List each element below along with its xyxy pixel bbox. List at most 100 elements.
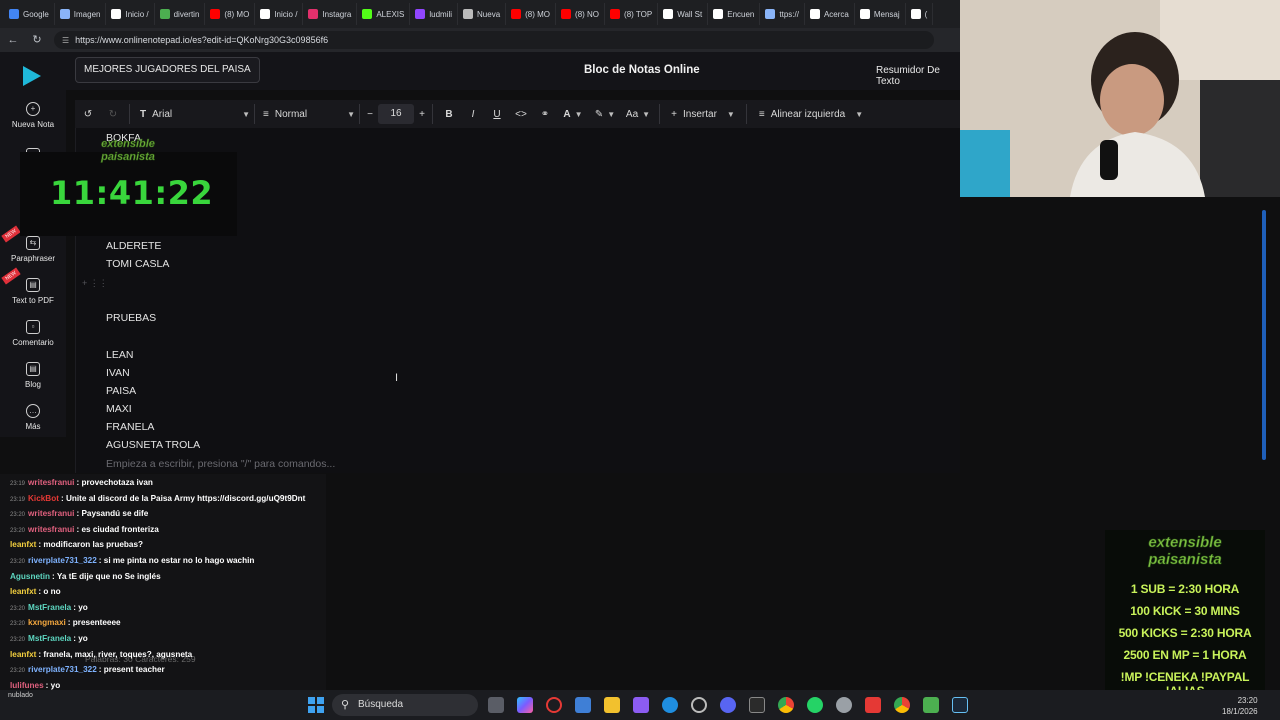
font-select[interactable]: T Arial ▼ (134, 100, 250, 128)
back-icon[interactable]: ← (6, 33, 20, 47)
bold-icon[interactable]: B (437, 100, 461, 128)
chat-message: 23:20 riverplate731_322: si me pinta no e… (10, 556, 254, 565)
browser-tab[interactable]: Encuen (708, 3, 761, 25)
sidebar-item[interactable]: ⇆ Paraphraser NEW (0, 225, 66, 263)
opera-icon[interactable] (546, 697, 562, 713)
browser-tab[interactable]: divertin (155, 3, 206, 25)
browser-tab[interactable]: Google (4, 3, 55, 25)
sidebar-item-label: Text to PDF (12, 296, 54, 305)
browser-tab[interactable]: Imagen (55, 3, 107, 25)
edge-icon[interactable] (662, 697, 678, 713)
sidebar-item[interactable]: ▫ Comentario (0, 320, 66, 347)
browser-tab-label: ALEXIS (376, 9, 405, 19)
chat-timestamp: 23:20 (10, 527, 26, 534)
tiktok-icon (910, 9, 921, 19)
insert-menu[interactable]: + Insertar ▼ (664, 100, 742, 128)
chat-text: : Ya tE dije que no Se inglés (52, 571, 161, 581)
chrome-icon[interactable] (778, 697, 794, 713)
browser-tab[interactable]: Nueva (458, 3, 507, 25)
pen-app-icon[interactable] (633, 697, 649, 713)
browser-tab[interactable]: (8) MO (205, 3, 256, 25)
newtab-icon (463, 9, 474, 19)
chat-username: lulifunes (10, 680, 44, 690)
task-view-icon[interactable] (488, 697, 504, 713)
copilot-icon[interactable] (517, 697, 533, 713)
summarizer-link[interactable]: Resumidor De Texto (876, 65, 960, 87)
underline-icon[interactable]: U (485, 100, 509, 128)
note-title-button[interactable]: MEJORES JUGADORES DEL PAISA (75, 57, 260, 83)
link-icon[interactable]: ⚭ (533, 100, 557, 128)
streaming-app-icon[interactable] (865, 697, 881, 713)
chevron-down-icon: ▼ (347, 109, 355, 119)
chat-text: : yo (45, 680, 61, 690)
browser-tab[interactable]: ALEXIS (357, 3, 411, 25)
scrollbar[interactable] (1262, 210, 1266, 460)
browser-tab[interactable]: ( (906, 3, 934, 25)
webcam-feed (960, 0, 1280, 197)
chrome-icon (159, 9, 170, 19)
url-field[interactable]: ☰ https://www.onlinenotepad.io/es?edit-i… (54, 31, 934, 49)
browser-tab[interactable]: Wall St (658, 3, 709, 25)
size-increase-icon[interactable]: + (416, 100, 428, 128)
drag-handle-icon[interactable]: + ⋮⋮ (82, 278, 108, 289)
chat-timestamp: 23:20 (10, 605, 26, 612)
style-select[interactable]: ≡ Normal ▼ (259, 100, 355, 128)
chrome-profile-icon[interactable] (894, 697, 910, 713)
taskbar-search[interactable]: ⚲ Búsqueda (332, 694, 478, 716)
align-menu-label: Alinear izquierda (770, 108, 846, 120)
app-icon[interactable] (923, 697, 939, 713)
sidebar-item[interactable]: ▤ Blog (0, 362, 66, 389)
browser-tab[interactable]: Instagra (303, 3, 358, 25)
text-case-button[interactable]: Aa ▼ (621, 100, 655, 128)
more-icon: … (26, 404, 40, 418)
toolbar-divider (432, 104, 433, 124)
sidebar-item[interactable]: … Más (0, 404, 66, 431)
editor-placeholder: Empieza a escribir, presiona "/" para co… (106, 458, 336, 470)
italic-icon[interactable]: I (461, 100, 485, 128)
chat-username: leanfxt (10, 587, 37, 597)
settings-icon[interactable] (691, 697, 707, 713)
browser-tab[interactable]: ludmili (410, 3, 459, 25)
reload-icon[interactable]: ↻ (30, 33, 44, 47)
browser-tab[interactable]: ttps:// (760, 3, 805, 25)
align-menu[interactable]: ≡ Alinear izquierda ▼ (751, 100, 871, 128)
browser-tab[interactable]: (8) NO (556, 3, 606, 25)
site-info-icon[interactable]: ☰ (62, 36, 69, 45)
google-icon (9, 9, 19, 19)
sidebar-item[interactable]: + Nueva Nota (0, 102, 66, 129)
browser-tab[interactable]: Inicio / (106, 3, 155, 25)
gear-icon[interactable] (836, 697, 852, 713)
chat-username: MstFranela (28, 602, 72, 612)
align-left-icon: ≡ (758, 108, 765, 120)
browser-tab[interactable]: Acerca (805, 3, 855, 25)
highlight-button[interactable]: ✎ ▼ (589, 100, 621, 128)
windows-start-icon[interactable] (308, 697, 324, 713)
terminal-icon[interactable] (749, 697, 765, 713)
x-icon (663, 9, 674, 19)
weather-widget[interactable]: nublado (8, 692, 33, 699)
chat-username: riverplate731_322 (28, 556, 97, 565)
sidebar-item[interactable]: ▤ Text to PDF NEW (0, 267, 66, 305)
file-explorer-icon[interactable] (604, 697, 620, 713)
steam-icon[interactable] (952, 697, 968, 713)
font-size-field[interactable]: 16 (376, 100, 416, 128)
undo-icon[interactable]: ↺ (75, 100, 101, 128)
size-decrease-icon[interactable]: − (364, 100, 376, 128)
store-icon[interactable] (575, 697, 591, 713)
code-icon[interactable]: <> (509, 100, 533, 128)
discord-icon[interactable] (720, 697, 736, 713)
browser-tab[interactable]: Inicio / (255, 3, 304, 25)
redo-icon[interactable]: ↻ (101, 100, 125, 128)
browser-tab[interactable]: (8) TOP (605, 3, 659, 25)
toolbar-divider (254, 104, 255, 124)
text-cursor-icon: I (395, 372, 399, 384)
browser-tab[interactable]: Mensaj (855, 3, 906, 25)
browser-tab[interactable]: (8) MO (506, 3, 557, 25)
text-color-button[interactable]: A ▼ (557, 100, 589, 128)
app-logo[interactable] (23, 66, 41, 86)
tray-clock[interactable]: 23:20 18/1/2026 (1222, 695, 1258, 717)
chat-username: leanfxt (10, 649, 37, 659)
toolbar-divider (129, 104, 130, 124)
chevron-down-icon: ▼ (726, 109, 735, 119)
whatsapp-icon[interactable] (807, 697, 823, 713)
